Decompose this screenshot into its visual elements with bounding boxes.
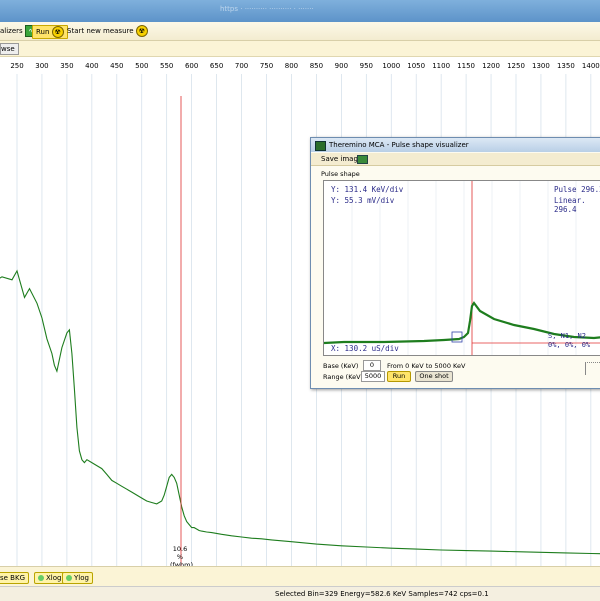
- pulse-window-toolbar: Save image: [311, 153, 600, 166]
- axis-tick-label: 750: [259, 62, 274, 70]
- pulse-plot[interactable]: Y: 131.4 KeV/div Y: 55.3 mV/div X: 130.2…: [323, 180, 600, 356]
- axis-tick-label: 350: [60, 62, 74, 70]
- start-measure-label: Start new measure: [67, 27, 134, 35]
- axis-tick-label: 300: [35, 62, 49, 70]
- pulse-selection-box: [451, 331, 463, 343]
- axis-tick-label: 650: [209, 62, 224, 70]
- axis-tick-label: 1200: [482, 62, 500, 70]
- pulse-value: Pulse 296.2: [554, 185, 600, 194]
- window-title: https · ·········· ·········· · ·······: [220, 5, 314, 13]
- pulse-run-button[interactable]: Run: [387, 371, 411, 382]
- range-input[interactable]: 5000: [361, 371, 385, 382]
- axis-tick-label: 800: [284, 62, 299, 70]
- app-icon: [315, 141, 326, 151]
- start-new-measure-button[interactable]: Start new measure ☢: [67, 25, 148, 37]
- xlog-button[interactable]: Xlog: [34, 572, 66, 584]
- title-bar: https · ·········· ·········· · ·······: [0, 0, 600, 22]
- axis-tick-label: 1100: [432, 62, 451, 70]
- run-button[interactable]: Run ☢: [32, 25, 68, 39]
- axis-tick-label: 900: [334, 62, 349, 70]
- range-label: Range (KeV): [323, 373, 364, 381]
- ylog-label: Ylog: [74, 574, 89, 582]
- run-label: Run: [36, 28, 50, 36]
- pulse-window-title: Theremino MCA - Pulse shape visualizer: [329, 141, 469, 149]
- base-input[interactable]: 0: [363, 360, 381, 371]
- axis-tick-label: 1400: [581, 62, 600, 70]
- axis-tick-label: 250: [10, 62, 24, 70]
- axis-tick-label: 1150: [457, 62, 476, 70]
- x-us-readout: X: 130.2 uS/div: [331, 344, 399, 353]
- fwhm-value: 10.6 %: [172, 545, 188, 561]
- base-label: Base (KeV): [323, 362, 359, 370]
- main-toolbar: alizers ∿ Run ☢ Start new measure ☢: [0, 22, 600, 41]
- toggle-dot-icon: [66, 575, 72, 581]
- use-bkg-button[interactable]: se BKG: [0, 572, 29, 584]
- y-mv-readout: Y: 55.3 mV/div: [331, 196, 395, 205]
- axis-tick-label: 1350: [556, 62, 575, 70]
- status-bar: Selected Bin=329 Energy=582.6 KeV Sample…: [0, 586, 600, 601]
- y-kev-readout: Y: 131.4 KeV/div: [331, 185, 404, 194]
- toggle-dot-icon: [38, 575, 44, 581]
- axis-tick-label: 950: [359, 62, 373, 70]
- axis-tick-label: 1300: [532, 62, 550, 70]
- axis-tick-label: 450: [110, 62, 124, 70]
- ylog-button[interactable]: Ylog: [62, 572, 93, 584]
- axis-tick-label: 1050: [407, 62, 426, 70]
- linear-value: Linear. 296.4: [554, 196, 586, 214]
- secondary-bar: wse: [0, 41, 600, 57]
- threshold-slider[interactable]: [585, 362, 600, 375]
- pulse-shape-group-label: Pulse shape: [321, 170, 360, 178]
- browse-button[interactable]: wse: [0, 43, 19, 55]
- radiation-icon: ☢: [51, 26, 64, 38]
- axis-tick-label: 700: [234, 62, 249, 70]
- pulse-shape-window: Theremino MCA - Pulse shape visualizer S…: [310, 137, 600, 389]
- axis-tick-label: 600: [184, 62, 199, 70]
- range-info: From 0 KeV to 5000 KeV: [387, 362, 466, 370]
- axis-tick-label: 1000: [382, 62, 401, 70]
- radiation-icon: ☢: [135, 25, 148, 37]
- xlog-label: Xlog: [46, 574, 62, 582]
- energy-axis: 250 300 350 400 450 500 550 600 650 700 750 800 850 9…: [0, 56, 600, 74]
- bottom-toolbar: se BKG Xlog Ylog: [0, 566, 600, 587]
- axis-tick-label: 550: [160, 62, 174, 70]
- s-n-values: 0%, 0%, 0%: [548, 341, 591, 349]
- axis-tick-label: 1250: [507, 62, 525, 70]
- status-text: Selected Bin=329 Energy=582.6 KeV Sample…: [275, 590, 489, 598]
- pulse-window-titlebar[interactable]: Theremino MCA - Pulse shape visualizer: [311, 138, 600, 152]
- visualizers-label: alizers: [0, 27, 23, 35]
- one-shot-button[interactable]: One shot: [415, 371, 453, 382]
- axis-tick-label: 500: [135, 62, 149, 70]
- camera-icon[interactable]: [357, 155, 368, 164]
- axis-tick-label: 850: [309, 62, 324, 70]
- s-n-label: S, N1, N2: [548, 332, 586, 340]
- axis-tick-label: 400: [85, 62, 99, 70]
